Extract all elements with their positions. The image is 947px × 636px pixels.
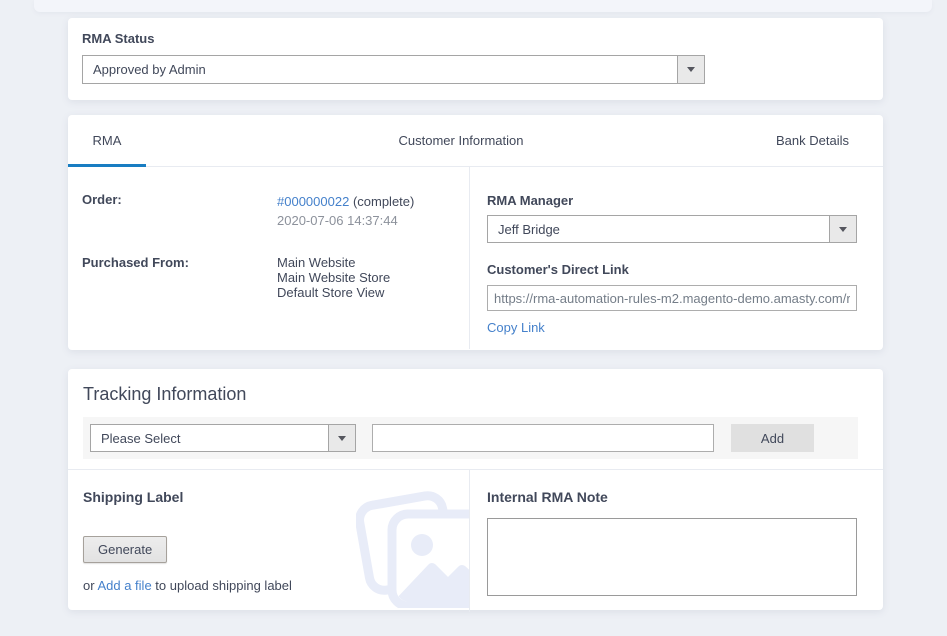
rma-tab-content: Order: #000000022 (complete) 2020-07-06 … — [68, 167, 883, 349]
copy-link[interactable]: Copy Link — [487, 320, 545, 335]
order-info-column: Order: #000000022 (complete) 2020-07-06 … — [68, 167, 470, 349]
purchased-from-label: Purchased From: — [82, 255, 277, 300]
tracking-title: Tracking Information — [68, 369, 883, 405]
order-date: 2020-07-06 14:37:44 — [277, 211, 414, 230]
rma-manager-selected-value: Jeff Bridge — [488, 216, 829, 242]
rma-manager-select[interactable]: Jeff Bridge — [487, 215, 857, 243]
direct-link-input[interactable] — [487, 285, 857, 311]
tracking-number-input[interactable] — [372, 424, 714, 452]
rma-status-label: RMA Status — [82, 31, 869, 46]
tracking-card: Tracking Information Please Select Add S… — [68, 369, 883, 610]
purchased-from-value: Main Website Main Website Store Default … — [277, 255, 390, 300]
carrier-select[interactable]: Please Select — [90, 424, 356, 452]
tab-customer-information-label: Customer Information — [399, 133, 524, 148]
rma-manager-dropdown-button[interactable] — [829, 216, 856, 242]
chevron-down-icon — [839, 227, 847, 232]
internal-note-title: Internal RMA Note — [487, 489, 857, 505]
tab-bank-details[interactable]: Bank Details — [776, 115, 883, 166]
rma-details-card: RMA Customer Information Bank Details Or… — [68, 115, 883, 350]
previous-card-edge — [34, 0, 932, 12]
active-tab-underline — [68, 164, 146, 167]
direct-link-label: Customer's Direct Link — [487, 262, 857, 277]
store-line: Main Website Store — [277, 270, 390, 285]
carrier-dropdown-button[interactable] — [328, 425, 355, 451]
tab-rma[interactable]: RMA — [68, 115, 146, 166]
upload-hint-suffix: to upload shipping label — [152, 578, 292, 593]
tab-rma-label: RMA — [93, 133, 122, 148]
add-file-link[interactable]: Add a file — [97, 578, 151, 593]
tracking-controls-strip: Please Select Add — [83, 417, 858, 459]
chevron-down-icon — [338, 436, 346, 441]
order-value: #000000022 (complete) 2020-07-06 14:37:4… — [277, 192, 414, 230]
order-status-text: (complete) — [353, 194, 414, 209]
rma-manager-label: RMA Manager — [487, 193, 857, 208]
upload-hint-prefix: or — [83, 578, 97, 593]
rma-manager-column: RMA Manager Jeff Bridge Customer's Direc… — [470, 167, 883, 349]
order-number-link[interactable]: #000000022 — [277, 194, 349, 209]
order-row: Order: #000000022 (complete) 2020-07-06 … — [82, 192, 469, 230]
tabs-bar: RMA Customer Information Bank Details — [68, 115, 883, 167]
shipping-label-column: Shipping Label Generate or Add a file to… — [68, 470, 470, 612]
order-label: Order: — [82, 192, 277, 230]
generate-label-button[interactable]: Generate — [83, 536, 167, 563]
internal-note-column: Internal RMA Note — [470, 470, 883, 612]
rma-status-select[interactable]: Approved by Admin — [82, 55, 705, 84]
add-tracking-button[interactable]: Add — [731, 424, 814, 452]
shipping-note-section: Shipping Label Generate or Add a file to… — [68, 469, 883, 612]
rma-status-card: RMA Status Approved by Admin — [68, 18, 883, 100]
chevron-down-icon — [687, 67, 695, 72]
store-line: Default Store View — [277, 285, 390, 300]
tab-customer-information[interactable]: Customer Information — [146, 115, 776, 166]
rma-status-dropdown-button[interactable] — [677, 56, 704, 83]
store-line: Main Website — [277, 255, 390, 270]
purchased-from-row: Purchased From: Main Website Main Websit… — [82, 255, 469, 300]
image-placeholder-icon — [356, 484, 469, 608]
internal-note-textarea[interactable] — [487, 518, 857, 596]
carrier-selected-value: Please Select — [91, 425, 328, 451]
rma-status-selected-value: Approved by Admin — [83, 56, 677, 83]
tab-bank-details-label: Bank Details — [776, 133, 849, 148]
